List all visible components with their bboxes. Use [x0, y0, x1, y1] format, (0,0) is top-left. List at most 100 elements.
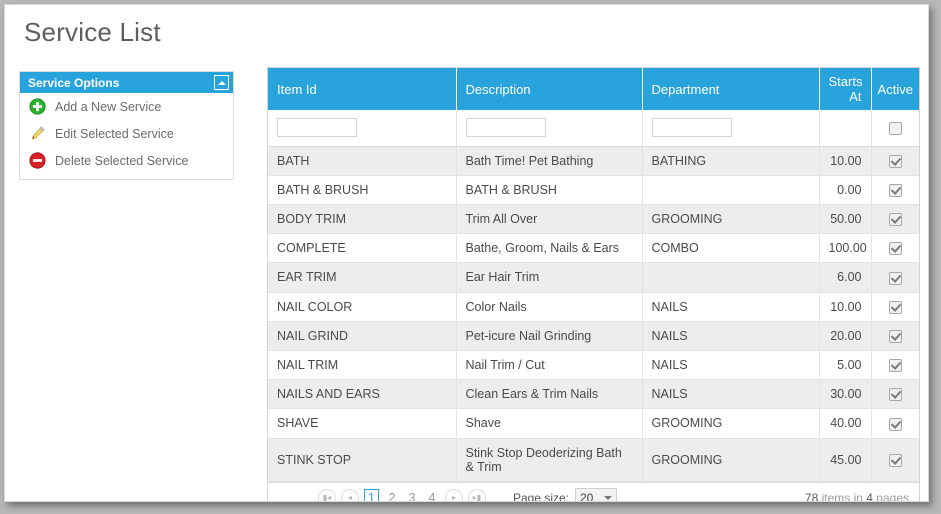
- active-checkbox: [888, 329, 902, 343]
- table-row[interactable]: NAIL TRIM Nail Trim / Cut NAILS 5.00: [268, 350, 919, 381]
- active-checkbox: [888, 213, 902, 227]
- cell-department: GROOMING: [642, 438, 820, 482]
- cell-item-id: EAR TRIM: [268, 262, 457, 293]
- cell-description: Shave: [456, 408, 643, 439]
- filter-input-description[interactable]: [465, 118, 546, 138]
- cell-starts-at: 6.00: [819, 262, 872, 293]
- filter-input-item-id[interactable]: [277, 118, 357, 138]
- pencil-icon: [31, 126, 45, 140]
- cell-starts-at: 100.00: [819, 233, 872, 264]
- active-checkbox: [888, 388, 902, 402]
- cell-department: GROOMING: [642, 408, 820, 439]
- cell-active: [871, 438, 919, 482]
- cell-description: BATH & BRUSH: [456, 175, 643, 205]
- cell-active: [871, 175, 919, 205]
- cell-starts-at: 40.00: [819, 408, 872, 439]
- filter-cell-active: [871, 110, 919, 147]
- edit-selected-service-button[interactable]: Edit Selected Service: [20, 120, 233, 147]
- filter-checkbox-active[interactable]: [888, 121, 902, 135]
- table-row[interactable]: BATH & BRUSH BATH & BRUSH 0.00: [268, 175, 919, 205]
- cell-starts-at: 50.00: [819, 204, 872, 235]
- cell-active: [871, 292, 919, 322]
- filter-cell-starts-at: [819, 110, 872, 147]
- add-new-service-button[interactable]: Add a New Service: [20, 93, 233, 120]
- add-circle-icon: [29, 98, 46, 115]
- cell-item-id: NAIL GRIND: [268, 321, 457, 351]
- last-page-icon[interactable]: ▸▮: [467, 488, 486, 501]
- cell-active: [871, 408, 919, 439]
- filter-cell-item-id: [268, 110, 457, 147]
- cell-department: NAILS: [642, 350, 820, 381]
- chevron-up-glyph: [217, 80, 226, 85]
- first-page-icon[interactable]: ▮◂: [318, 488, 336, 501]
- page-title: Service List: [24, 17, 161, 47]
- cell-department: [642, 262, 820, 293]
- cell-department: GROOMING: [642, 204, 820, 235]
- cell-department: [642, 175, 820, 205]
- cell-starts-at: 30.00: [819, 379, 872, 410]
- column-header-item-id[interactable]: Item Id: [268, 68, 457, 110]
- delete-selected-service-button[interactable]: Delete Selected Service: [20, 147, 233, 174]
- table-row[interactable]: BATH Bath Time! Pet Bathing BATHING 10.00: [268, 146, 919, 176]
- pager: ▮◂ ◂ 1 2 3 4 ▸ ▸▮ Page size: 20 78 items…: [268, 481, 919, 502]
- table-row[interactable]: NAIL GRIND Pet-icure Nail Grinding NAILS 20…: [268, 321, 919, 351]
- page-button-3[interactable]: 3: [405, 489, 419, 501]
- cell-department: NAILS: [642, 379, 820, 410]
- cell-active: [871, 379, 919, 410]
- filter-input-department[interactable]: [651, 118, 732, 138]
- page-button-2[interactable]: 2: [385, 489, 399, 501]
- cell-department: BATHING: [642, 146, 820, 176]
- page-size-select[interactable]: 20: [575, 488, 617, 501]
- cell-description: Color Nails: [456, 292, 643, 322]
- chevron-up-icon[interactable]: [214, 75, 229, 90]
- table-row[interactable]: NAILS AND EARS Clean Ears & Trim Nails NAI…: [268, 379, 919, 410]
- cell-active: [871, 321, 919, 351]
- delete-selected-service-label: Delete Selected Service: [55, 153, 189, 168]
- cell-item-id: STINK STOP: [268, 438, 457, 482]
- cell-starts-at: 45.00: [819, 438, 872, 482]
- column-header-description[interactable]: Description: [456, 68, 643, 110]
- cell-active: [871, 350, 919, 381]
- table-row[interactable]: EAR TRIM Ear Hair Trim 6.00: [268, 262, 919, 293]
- cell-description: Trim All Over: [456, 204, 643, 235]
- cell-active: [871, 262, 919, 293]
- service-options-panel: Service Options Add a New Service Edit S…: [19, 71, 234, 180]
- column-header-active[interactable]: Active: [871, 68, 919, 110]
- cell-description: Bathe, Groom, Nails & Ears: [456, 233, 643, 264]
- page-button-1[interactable]: 1: [364, 488, 379, 501]
- service-grid: Item Id Description Department Starts At…: [267, 67, 920, 502]
- cell-active: [871, 233, 919, 264]
- filter-row: [268, 110, 919, 147]
- column-header-department[interactable]: Department: [642, 68, 820, 110]
- active-checkbox: [888, 417, 902, 431]
- previous-page-icon[interactable]: ◂: [341, 488, 359, 501]
- cell-item-id: SHAVE: [268, 408, 457, 439]
- page-size-label: Page size:: [512, 490, 569, 502]
- pager-page-count: 4: [866, 490, 873, 502]
- active-checkbox: [888, 453, 902, 467]
- service-options-header: Service Options: [20, 72, 233, 93]
- next-page-icon[interactable]: ▸: [444, 488, 463, 501]
- cell-starts-at: 5.00: [819, 350, 872, 381]
- active-checkbox: [888, 271, 902, 285]
- edit-selected-service-label: Edit Selected Service: [55, 126, 174, 141]
- active-checkbox: [888, 300, 902, 314]
- table-row[interactable]: NAIL COLOR Color Nails NAILS 10.00: [268, 292, 919, 322]
- table-row[interactable]: STINK STOP Stink Stop Deoderizing Bath & …: [268, 438, 919, 482]
- page-button-4[interactable]: 4: [425, 489, 439, 501]
- service-options-title: Service Options: [28, 75, 120, 90]
- cell-description: Bath Time! Pet Bathing: [456, 146, 643, 176]
- table-row[interactable]: BODY TRIM Trim All Over GROOMING 50.00: [268, 204, 919, 235]
- cell-department: NAILS: [642, 292, 820, 322]
- cell-starts-at: 20.00: [819, 321, 872, 351]
- cell-item-id: BATH & BRUSH: [268, 175, 457, 205]
- filter-cell-department: [642, 110, 820, 147]
- table-row[interactable]: COMPLETE Bathe, Groom, Nails & Ears COMBO 1…: [268, 233, 919, 264]
- cell-item-id: BODY TRIM: [268, 204, 457, 235]
- delete-circle-icon: [29, 152, 46, 169]
- column-header-starts-at[interactable]: Starts At: [819, 68, 872, 110]
- cell-description: Stink Stop Deoderizing Bath & Trim: [456, 438, 643, 482]
- table-row[interactable]: SHAVE Shave GROOMING 40.00: [268, 408, 919, 439]
- pager-info: 78 items in 4 pages: [805, 490, 909, 502]
- add-new-service-label: Add a New Service: [55, 99, 162, 114]
